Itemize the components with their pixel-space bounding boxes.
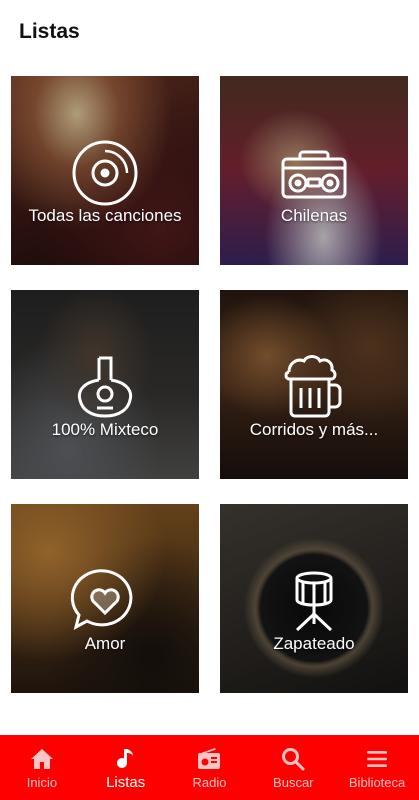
tile-label: Todas las canciones [28,206,182,225]
playlist-grid: Todas las canciones Chilenas 100% Mixtec [0,0,419,735]
search-icon [282,748,305,771]
nav-label: Buscar [273,775,314,790]
playlist-tile-amor[interactable]: Amor [11,504,199,693]
heart-chat-icon [70,569,133,630]
vinyl-record-icon [72,140,138,206]
playlist-tile-mixteco[interactable]: 100% Mixteco [11,290,199,479]
nav-label: Listas [106,774,146,791]
tile-label: Zapateado [273,634,355,653]
tile-label: Amor [84,634,126,653]
beer-mug-icon [284,355,342,418]
nav-item-biblioteca[interactable]: Biblioteca [335,735,419,800]
menu-icon [367,751,388,767]
boombox-icon [281,150,347,199]
tile-label: Chilenas [280,206,348,225]
nav-item-radio[interactable]: Radio [168,735,252,800]
guitar-icon [77,356,133,418]
nav-item-buscar[interactable]: Buscar [251,735,335,800]
playlist-tile-todas[interactable]: Todas las canciones [11,76,199,265]
nav-label: Radio [192,775,227,790]
tile-label: 100% Mixteco [51,420,159,439]
nav-label: Inicio [26,775,58,790]
music-note-icon [116,749,133,768]
tile-label: Corridos y más... [249,420,379,439]
nav-item-inicio[interactable]: Inicio [0,735,84,800]
home-icon [30,749,53,769]
drum-icon [295,571,333,632]
radio-icon [198,748,221,769]
playlist-tile-corridos[interactable]: Corridos y más... [220,290,408,479]
playlist-tile-zapateado[interactable]: Zapateado [220,504,408,693]
playlist-tile-chilenas[interactable]: Chilenas [220,76,408,265]
nav-label: Biblioteca [348,775,406,790]
bottom-navigation: Inicio Listas Radio Buscar Biblioteca [0,735,419,800]
nav-item-listas[interactable]: Listas [84,735,168,800]
